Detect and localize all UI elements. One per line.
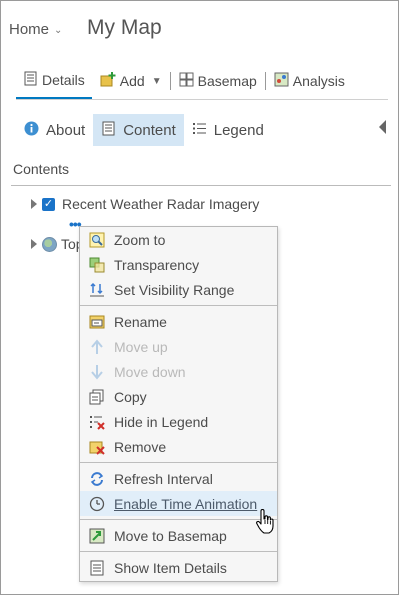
menu-item-label[interactable]: Remove [114, 439, 166, 455]
menu-divider [80, 519, 277, 520]
menu-divider [80, 305, 277, 306]
divider [169, 72, 171, 90]
home-menu[interactable]: Home ⌄ [9, 21, 62, 38]
details-button[interactable]: Details [16, 63, 92, 99]
analysis-icon [274, 72, 289, 90]
menu-item-label[interactable]: Rename [114, 314, 167, 330]
map-viewer-panel: Home ⌄ My Map Details Add ▼ Basemap Anal… [0, 0, 399, 595]
layer-context-menu: Zoom to Transparency Set Visibility Rang… [79, 226, 278, 582]
chevron-down-icon[interactable]: ⌄ [54, 25, 62, 36]
tab-about-label[interactable]: About [46, 122, 85, 139]
tab-content-label[interactable]: Content [123, 122, 176, 139]
details-label[interactable]: Details [42, 72, 85, 88]
menu-item-remove[interactable]: Remove [80, 434, 277, 459]
add-icon [100, 72, 116, 90]
panel-tabs: About Content Legend [16, 114, 272, 146]
clock-icon [89, 496, 105, 512]
basemap-icon [179, 72, 194, 90]
expand-icon[interactable] [31, 199, 37, 209]
menu-item-transparency[interactable]: Transparency [80, 252, 277, 277]
collapse-panel-icon[interactable] [379, 120, 386, 134]
visibility-range-icon [89, 282, 105, 298]
menu-item-label[interactable]: Move to Basemap [114, 528, 227, 544]
globe-icon [42, 236, 57, 252]
home-label[interactable]: Home [9, 21, 49, 38]
remove-icon [89, 439, 105, 455]
layer-visibility-checkbox[interactable]: ✓ [42, 197, 55, 211]
menu-item-label[interactable]: Copy [114, 389, 147, 405]
menu-item-label[interactable]: Transparency [114, 257, 199, 273]
divider [11, 185, 391, 186]
menu-item-move-up[interactable]: Move up [80, 334, 277, 359]
menu-divider [80, 462, 277, 463]
menu-item-label[interactable]: Set Visibility Range [114, 282, 234, 298]
menu-divider [80, 551, 277, 552]
menu-item-zoom-to[interactable]: Zoom to [80, 227, 277, 252]
tab-legend[interactable]: Legend [184, 114, 272, 146]
hide-legend-icon [89, 414, 105, 430]
layer-item[interactable]: Top [31, 236, 84, 252]
menu-item-label[interactable]: Show Item Details [114, 560, 227, 576]
menu-item-enable-time-animation[interactable]: Enable Time Animation [80, 491, 277, 516]
move-to-basemap-icon [89, 528, 105, 544]
document-icon [89, 560, 105, 576]
transparency-icon [89, 257, 105, 273]
contents-heading: Contents [13, 161, 70, 177]
analysis-label[interactable]: Analysis [293, 73, 345, 89]
menu-item-rename[interactable]: Rename [80, 309, 277, 334]
divider [264, 72, 266, 90]
menu-item-label[interactable]: Zoom to [114, 232, 165, 248]
add-label[interactable]: Add [120, 73, 145, 89]
menu-item-refresh-interval[interactable]: Refresh Interval [80, 466, 277, 491]
page-title: My Map [87, 16, 162, 39]
menu-item-hide-in-legend[interactable]: Hide in Legend [80, 409, 277, 434]
menu-item-label[interactable]: Hide in Legend [114, 414, 208, 430]
caret-down-icon[interactable]: ▼ [152, 76, 162, 87]
menu-item-show-item-details[interactable]: Show Item Details [80, 555, 277, 580]
menu-item-label[interactable]: Refresh Interval [114, 471, 213, 487]
arrow-up-icon [89, 338, 105, 355]
tab-content[interactable]: Content [93, 114, 184, 146]
legend-icon [192, 121, 207, 140]
rename-icon [89, 314, 105, 330]
content-icon [101, 121, 116, 140]
zoom-to-icon [89, 232, 105, 248]
basemap-label[interactable]: Basemap [198, 73, 257, 89]
hand-pointer-cursor-icon [256, 509, 274, 534]
copy-icon [89, 389, 105, 405]
menu-item-label[interactable]: Move up [114, 339, 168, 355]
details-icon [23, 71, 38, 89]
add-button[interactable]: Add ▼ [96, 63, 166, 99]
menu-item-set-visibility-range[interactable]: Set Visibility Range [80, 277, 277, 302]
menu-item-copy[interactable]: Copy [80, 384, 277, 409]
expand-icon[interactable] [31, 239, 37, 249]
toolbar: Details Add ▼ Basemap Analysis [16, 63, 376, 99]
menu-item-label[interactable]: Enable Time Animation [114, 496, 257, 512]
analysis-button[interactable]: Analysis [270, 63, 349, 99]
layer-item[interactable]: ✓ Recent Weather Radar Imagery [31, 196, 259, 212]
menu-item-label[interactable]: Move down [114, 364, 186, 380]
menu-item-move-to-basemap[interactable]: Move to Basemap [80, 523, 277, 548]
info-icon [24, 121, 39, 140]
menu-item-move-down[interactable]: Move down [80, 359, 277, 384]
layer-label[interactable]: Recent Weather Radar Imagery [62, 196, 259, 212]
arrow-down-icon [89, 364, 105, 380]
tab-about[interactable]: About [16, 114, 93, 146]
tab-legend-label[interactable]: Legend [214, 122, 264, 139]
refresh-icon [89, 471, 105, 487]
divider [16, 99, 388, 100]
basemap-button[interactable]: Basemap [175, 63, 261, 99]
